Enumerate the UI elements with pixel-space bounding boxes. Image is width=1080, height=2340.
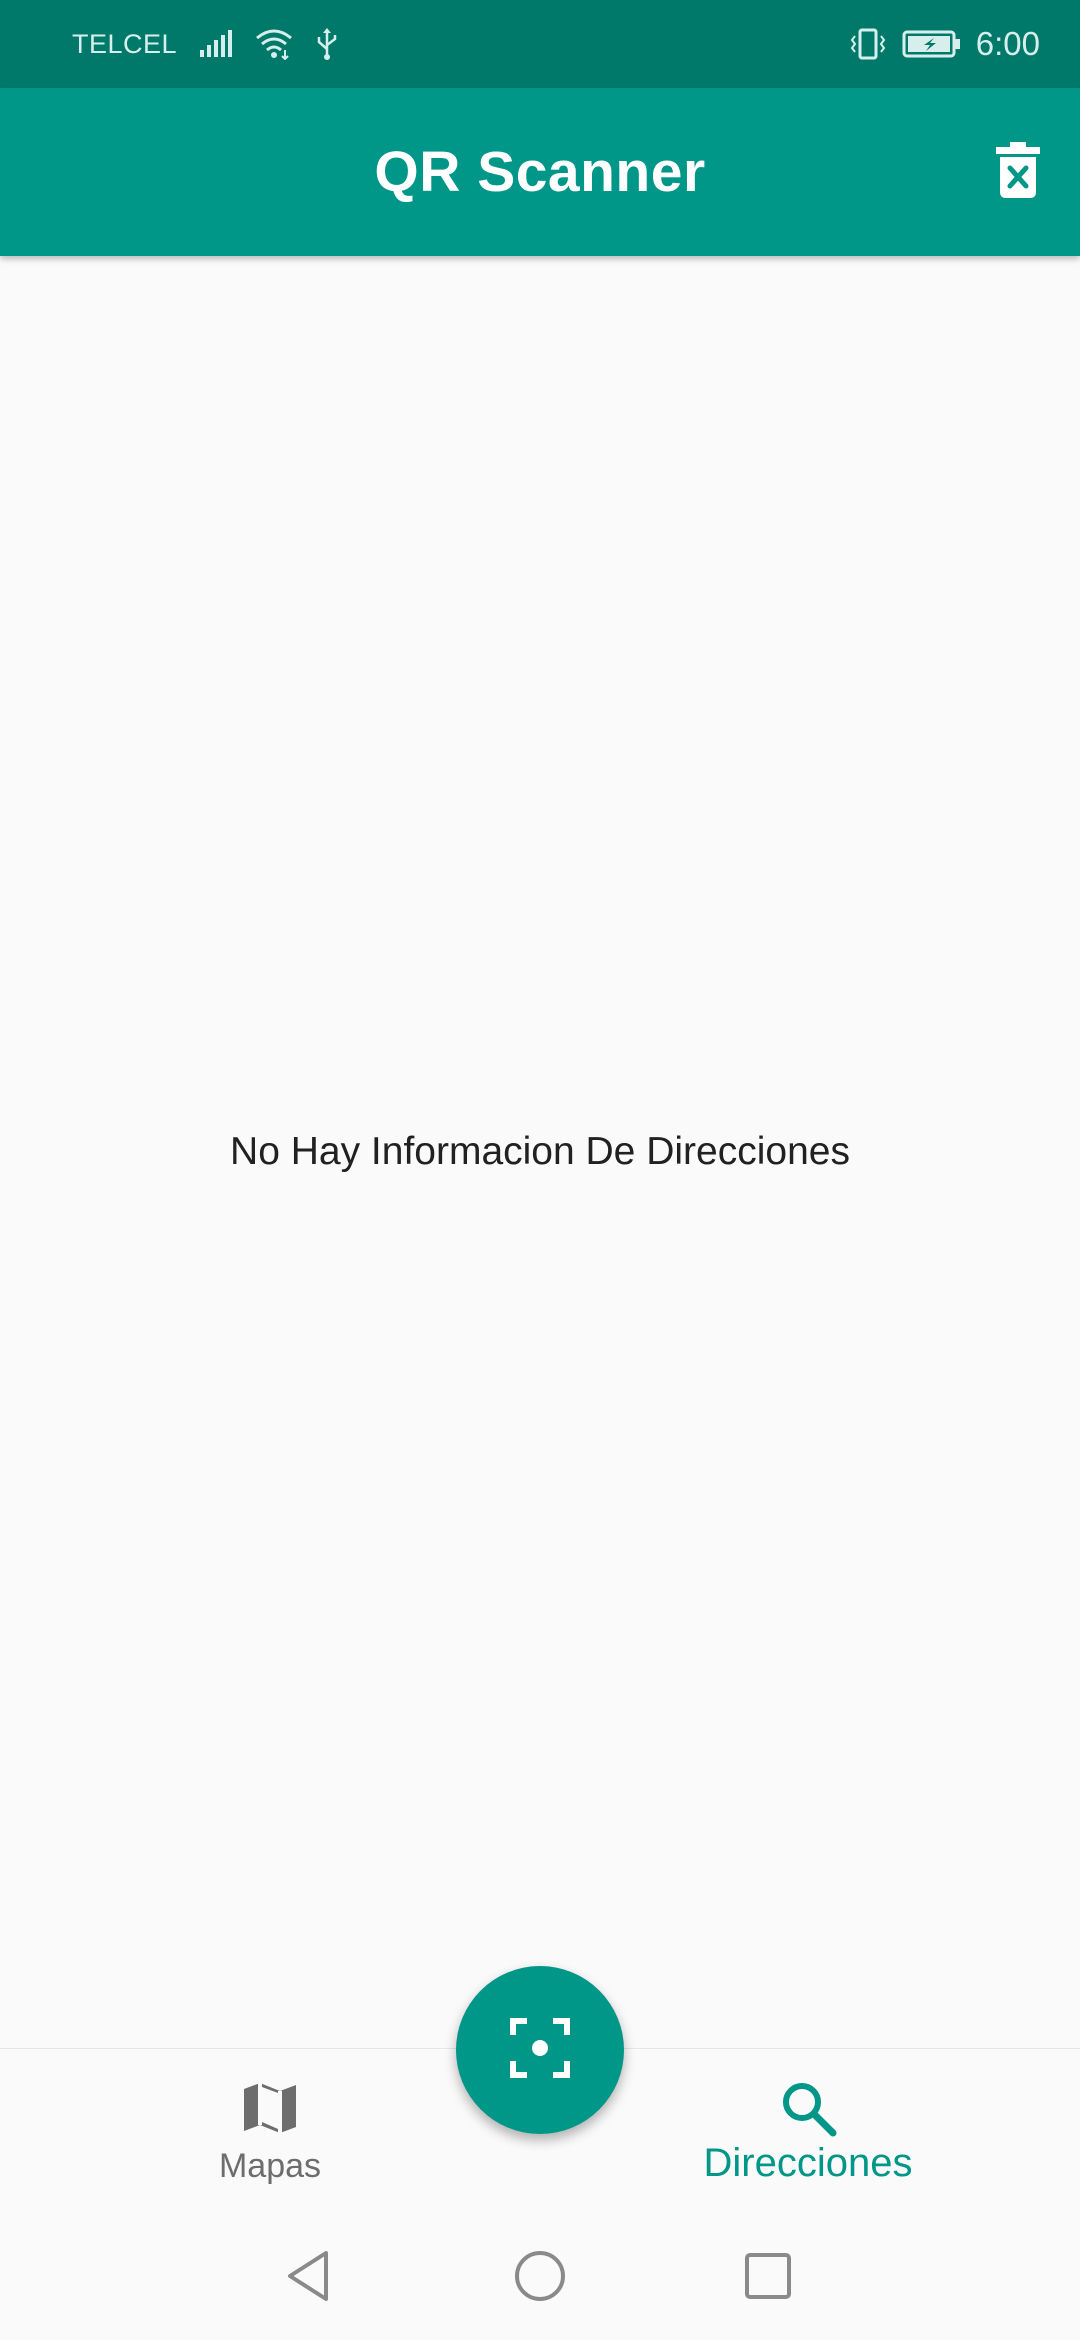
system-navigation-bar [0, 2216, 1080, 2340]
center-focus-icon [510, 2017, 570, 2083]
back-icon [284, 2249, 332, 2308]
wifi-icon [255, 28, 293, 60]
status-right: 6:00 [848, 0, 1040, 88]
nav-label-mapas: Mapas [218, 2147, 322, 2185]
status-left: TELCEL [72, 0, 339, 88]
vibrate-icon [848, 28, 888, 60]
battery-charging-icon [902, 29, 962, 59]
back-button[interactable] [276, 2246, 340, 2310]
usb-icon [315, 27, 339, 61]
app-bar: QR Scanner [0, 88, 1080, 256]
signal-icon [199, 30, 233, 58]
scan-qr-fab[interactable] [456, 1966, 624, 2134]
status-bar: TELCEL 6:00 [0, 0, 1080, 88]
nav-label-direcciones: Direcciones [703, 2141, 913, 2185]
delete-forever-icon [996, 141, 1040, 203]
nav-item-direcciones[interactable]: Direcciones [628, 2049, 988, 2217]
page-title: QR Scanner [374, 140, 706, 204]
main-content: No Hay Informacion De Direcciones [0, 256, 1080, 2048]
recents-button[interactable] [736, 2246, 800, 2310]
status-time: 6:00 [975, 25, 1040, 62]
home-button[interactable] [508, 2246, 572, 2310]
delete-all-button[interactable] [982, 136, 1054, 208]
empty-state-message: No Hay Informacion De Direcciones [230, 1130, 850, 1173]
map-icon [90, 2079, 450, 2135]
carrier-label: TELCEL [72, 28, 178, 59]
nav-item-mapas[interactable]: Mapas [90, 2049, 450, 2217]
home-icon [513, 2249, 567, 2308]
search-icon [628, 2079, 988, 2137]
recents-icon [743, 2251, 793, 2306]
